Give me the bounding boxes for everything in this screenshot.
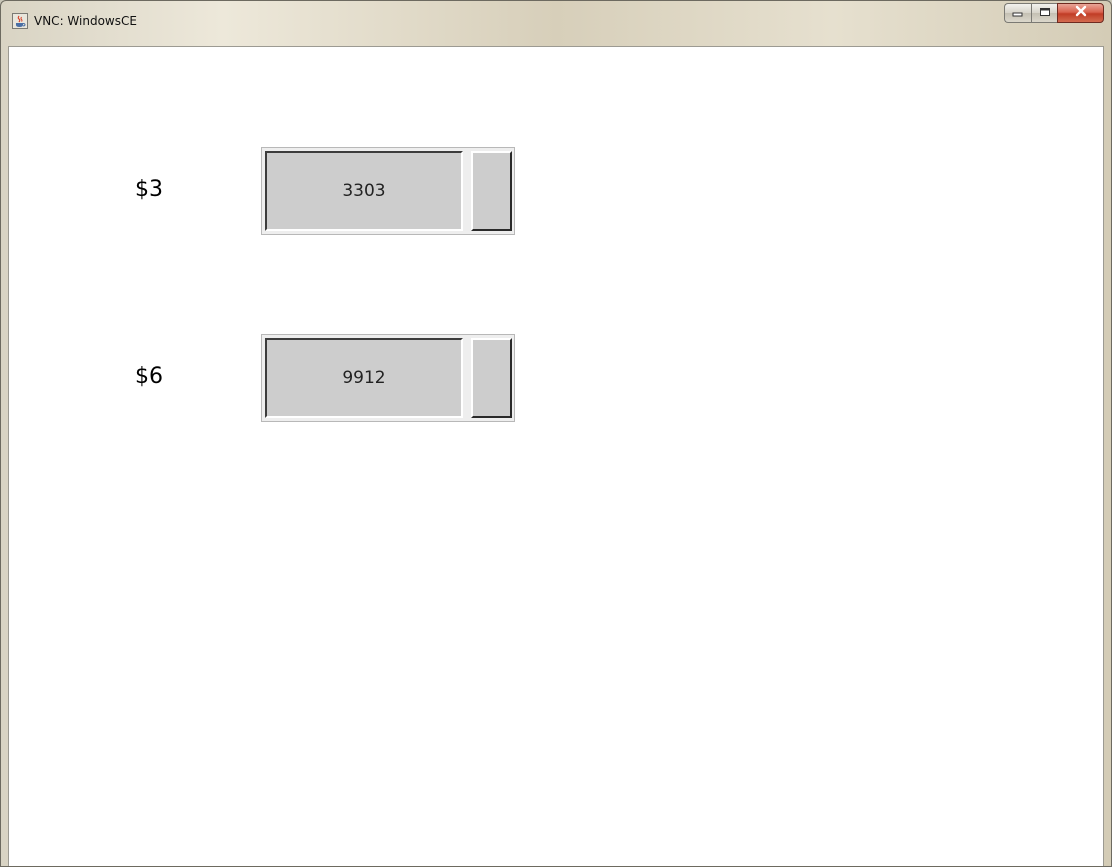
window-title: VNC: WindowsCE <box>34 14 137 28</box>
row-1-label: $3 <box>135 177 163 202</box>
maximize-icon <box>1039 4 1051 22</box>
java-cup-icon <box>12 13 28 29</box>
row-2-label: $6 <box>135 364 163 389</box>
title-bar[interactable]: VNC: WindowsCE <box>1 1 1111 46</box>
value-display-1[interactable]: 3303 <box>265 151 463 231</box>
maximize-button[interactable] <box>1031 3 1057 23</box>
caption-buttons <box>1004 3 1104 25</box>
minimize-button[interactable] <box>1004 3 1031 23</box>
remote-screen[interactable]: $3 3303 $6 9912 <box>8 46 1104 866</box>
close-button[interactable] <box>1057 3 1104 23</box>
value-field-1[interactable]: 3303 <box>261 147 515 235</box>
field-button-1[interactable] <box>471 151 512 231</box>
vnc-window: VNC: WindowsCE $3 3303 $6 9912 <box>0 0 1112 867</box>
close-icon <box>1074 4 1088 22</box>
value-display-2[interactable]: 9912 <box>265 338 463 418</box>
field-button-2[interactable] <box>471 338 512 418</box>
minimize-icon <box>1012 4 1024 22</box>
value-field-2[interactable]: 9912 <box>261 334 515 422</box>
